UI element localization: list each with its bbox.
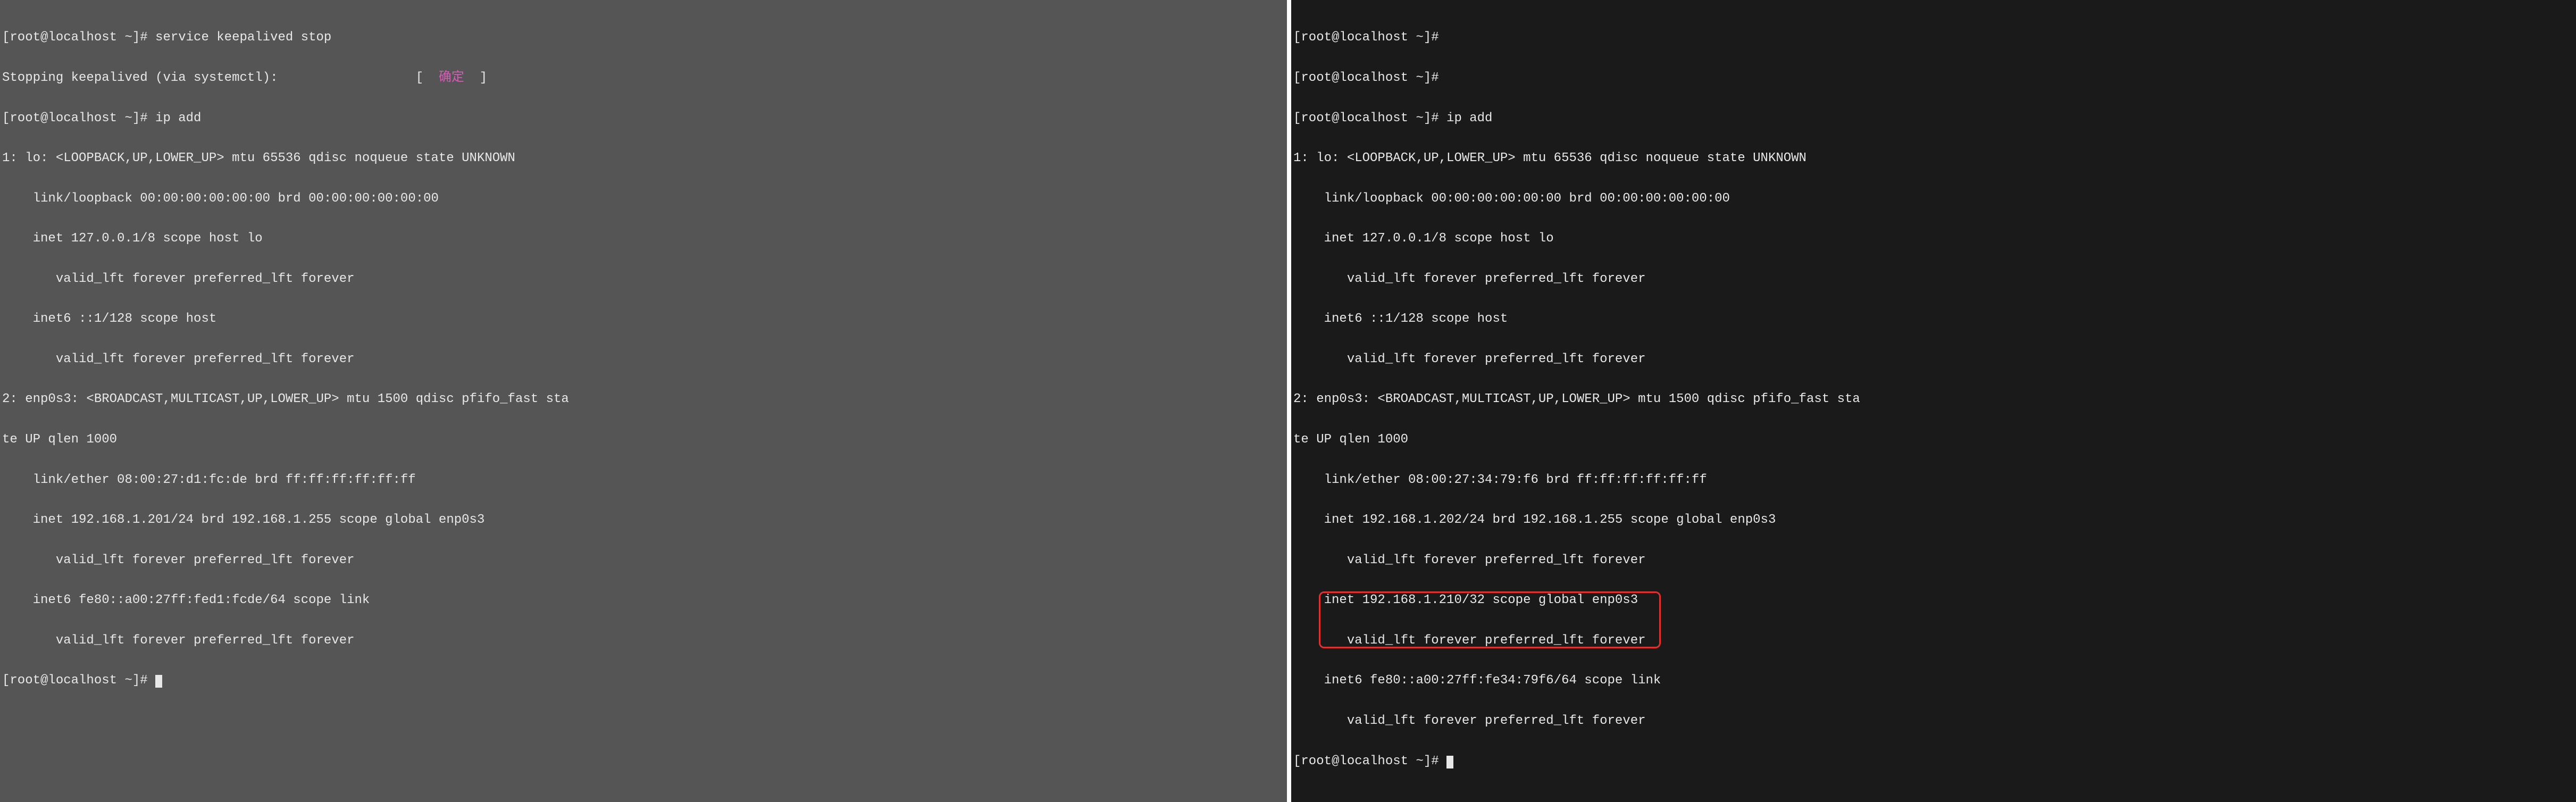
terminal-line: inet6 fe80::a00:27ff:fe34:79f6/64 scope … [1293, 674, 2574, 687]
terminal-right[interactable]: [root@localhost ~]# [root@localhost ~]# … [1291, 0, 2576, 802]
status-text: Stopping keepalived (via systemctl): [2, 71, 278, 85]
terminal-line: inet6 ::1/128 scope host [1293, 312, 2574, 325]
terminal-line: 1: lo: <LOOPBACK,UP,LOWER_UP> mtu 65536 … [1293, 152, 2574, 165]
terminal-line: valid_lft forever preferred_lft forever [1293, 353, 2574, 366]
terminal-line: [root@localhost ~]# [1293, 71, 2574, 85]
terminal-line: 1: lo: <LOOPBACK,UP,LOWER_UP> mtu 65536 … [2, 152, 1285, 165]
terminal-prompt: [root@localhost ~]# [2, 673, 155, 688]
terminal-line: valid_lft forever preferred_lft forever [2, 353, 1285, 366]
terminal-line: valid_lft forever preferred_lft forever [2, 634, 1285, 647]
terminal-line: link/loopback 00:00:00:00:00:00 brd 00:0… [2, 192, 1285, 205]
terminal-line: [root@localhost ~]# [1293, 31, 2574, 44]
terminal-line: inet 127.0.0.1/8 scope host lo [1293, 232, 2574, 245]
terminal-left[interactable]: [root@localhost ~]# service keepalived s… [0, 0, 1287, 802]
bracket-open: [ [416, 71, 423, 85]
terminal-line: [root@localhost ~]# ip add [1293, 112, 2574, 125]
terminal-line: [root@localhost ~]# ip add [2, 112, 1285, 125]
terminal-line: valid_lft forever preferred_lft forever [2, 272, 1285, 286]
terminal-line: 2: enp0s3: <BROADCAST,MULTICAST,UP,LOWER… [2, 392, 1285, 406]
terminal-line: link/loopback 00:00:00:00:00:00 brd 00:0… [1293, 192, 2574, 205]
terminal-line: 2: enp0s3: <BROADCAST,MULTICAST,UP,LOWER… [1293, 392, 2574, 406]
terminal-prompt-line: [root@localhost ~]# [2, 674, 1285, 688]
pane-divider [1287, 0, 1291, 802]
bracket-close: ] [480, 71, 487, 85]
terminal-prompt-line: [root@localhost ~]# [1293, 755, 2574, 768]
terminal-line: valid_lft forever preferred_lft forever [1293, 272, 2574, 286]
terminal-line: te UP qlen 1000 [1293, 433, 2574, 446]
terminal-line: valid_lft forever preferred_lft forever [1293, 714, 2574, 728]
terminal-line: link/ether 08:00:27:d1:fc:de brd ff:ff:f… [2, 473, 1285, 487]
cursor-icon [155, 675, 162, 688]
terminal-line: te UP qlen 1000 [2, 433, 1285, 446]
terminal-line: inet 127.0.0.1/8 scope host lo [2, 232, 1285, 245]
terminal-prompt: [root@localhost ~]# [1293, 754, 1446, 768]
status-ok: 确定 [423, 71, 480, 85]
cursor-icon [1446, 756, 1453, 768]
terminal-line: [root@localhost ~]# service keepalived s… [2, 31, 1285, 44]
terminal-line: valid_lft forever preferred_lft forever [1293, 634, 2574, 647]
terminal-line: inet 192.168.1.210/32 scope global enp0s… [1293, 594, 2574, 607]
terminal-line: inet 192.168.1.201/24 brd 192.168.1.255 … [2, 513, 1285, 527]
terminal-status-line: Stopping keepalived (via systemctl): [ 确… [2, 71, 1285, 85]
terminal-line: inet 192.168.1.202/24 brd 192.168.1.255 … [1293, 513, 2574, 527]
status-gap [278, 71, 415, 85]
terminal-line: inet6 ::1/128 scope host [2, 312, 1285, 325]
terminal-line: valid_lft forever preferred_lft forever [2, 554, 1285, 567]
terminal-line: valid_lft forever preferred_lft forever [1293, 554, 2574, 567]
terminal-line: inet6 fe80::a00:27ff:fed1:fcde/64 scope … [2, 594, 1285, 607]
terminal-line: link/ether 08:00:27:34:79:f6 brd ff:ff:f… [1293, 473, 2574, 487]
